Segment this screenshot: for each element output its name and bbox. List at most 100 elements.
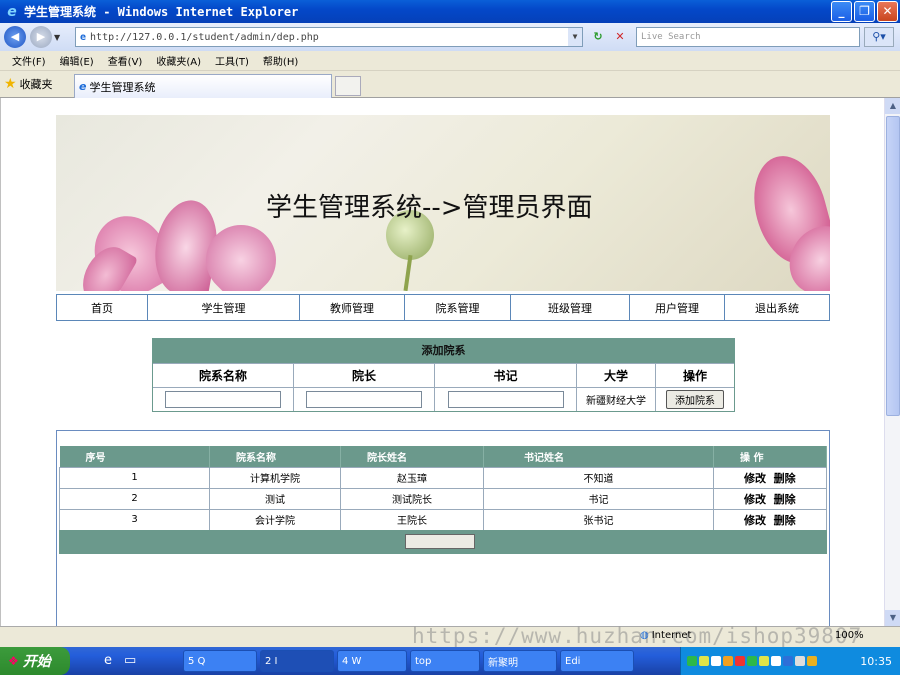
search-input[interactable]: Live Search xyxy=(636,27,860,47)
cell-dept-name: 会计学院 xyxy=(209,508,341,531)
university-value: 新疆财经大学 xyxy=(577,388,656,411)
start-label: 开始 xyxy=(22,654,51,670)
footer-button[interactable] xyxy=(405,534,475,549)
close-button[interactable]: ✕ xyxy=(877,1,898,22)
stop-icon[interactable]: ✕ xyxy=(611,28,629,46)
address-dropdown-icon[interactable]: ▼ xyxy=(568,28,582,46)
col-university: 大学 xyxy=(577,364,656,387)
refresh-icon[interactable]: ↻ xyxy=(589,28,607,46)
tab-current[interactable]: e 学生管理系统 xyxy=(74,74,332,98)
new-tab-button[interactable] xyxy=(335,76,361,96)
scroll-thumb[interactable] xyxy=(886,116,900,416)
table-footer xyxy=(59,530,827,554)
cell-dept-name: 测试 xyxy=(209,487,341,510)
edit-link[interactable]: 修改 xyxy=(744,514,766,527)
menu-view[interactable]: 查看(V) xyxy=(108,53,143,68)
secretary-input[interactable] xyxy=(447,391,564,408)
zoom-level[interactable]: 100% xyxy=(835,630,864,641)
table-row: 2 测试 测试院长 书记 修改 删除 xyxy=(59,487,827,510)
vertical-scrollbar[interactable]: ▲ ▼ xyxy=(884,98,900,626)
tray-icon[interactable] xyxy=(747,656,757,666)
table-row: 1 计算机学院 赵玉璋 不知道 修改 删除 xyxy=(59,466,827,489)
table-row: 3 会计学院 王院长 张书记 修改 删除 xyxy=(59,508,827,531)
cell-no: 3 xyxy=(59,508,210,531)
tray-icon[interactable] xyxy=(723,656,733,666)
delete-link[interactable]: 删除 xyxy=(774,493,796,506)
nav-users[interactable]: 用户管理 xyxy=(630,295,725,320)
cell-dean: 王院长 xyxy=(340,508,484,531)
desktop-quicklaunch-icon[interactable]: ▭ xyxy=(124,653,136,668)
scroll-down-icon[interactable]: ▼ xyxy=(885,610,900,626)
minimize-button[interactable]: _ xyxy=(831,1,852,22)
th-ops: 操 作 xyxy=(713,446,827,467)
cell-secretary: 书记 xyxy=(483,487,714,510)
favorites-button[interactable]: ★ 收藏夹 xyxy=(4,76,53,92)
page-title: 学生管理系统-->管理员界面 xyxy=(266,193,593,223)
dean-input[interactable] xyxy=(306,391,422,408)
cell-secretary: 不知道 xyxy=(483,466,714,489)
nav-logout[interactable]: 退出系统 xyxy=(725,295,829,320)
cell-dean: 测试院长 xyxy=(340,487,484,510)
cell-no: 1 xyxy=(59,466,210,489)
search-icon[interactable]: ⚲▾ xyxy=(864,27,894,47)
delete-link[interactable]: 删除 xyxy=(774,514,796,527)
taskbar-button-qq[interactable]: 5 Q xyxy=(183,650,257,672)
taskbar-button-doc[interactable]: 新聚明 xyxy=(483,650,557,672)
scroll-up-icon[interactable]: ▲ xyxy=(885,98,900,114)
page-icon: e xyxy=(80,31,87,43)
taskbar-button-ie[interactable]: 2 I xyxy=(260,650,334,672)
add-department-button[interactable]: 添加院系 xyxy=(666,390,724,409)
nav-teachers[interactable]: 教师管理 xyxy=(300,295,405,320)
maximize-button[interactable]: ❐ xyxy=(854,1,875,22)
col-dept-name: 院系名称 xyxy=(153,364,294,387)
th-no: 序号 xyxy=(59,446,210,467)
windows-flag-icon: ❖ xyxy=(8,654,19,668)
taskbar-button-explorer[interactable]: 4 W xyxy=(337,650,407,672)
status-bar: https://www.huzhan.com/ishop39807 ◍ Inte… xyxy=(0,624,900,648)
tray-icon[interactable] xyxy=(687,656,697,666)
dept-name-input[interactable] xyxy=(165,391,281,408)
window-title: 学生管理系统 - Windows Internet Explorer xyxy=(24,5,299,19)
nav-classes[interactable]: 班级管理 xyxy=(511,295,630,320)
tray-icon[interactable] xyxy=(699,656,709,666)
add-department-form: 添加院系 院系名称 院长 书记 大学 操作 新疆财经大学 添加院系 xyxy=(152,338,735,412)
tab-bar: ★ 收藏夹 e 学生管理系统 xyxy=(0,72,900,98)
taskbar-button-editor[interactable]: Edi xyxy=(560,650,634,672)
address-input[interactable]: e http://127.0.0.1/student/admin/dep.php… xyxy=(75,27,583,47)
tray-icon[interactable] xyxy=(759,656,769,666)
delete-link[interactable]: 删除 xyxy=(774,472,796,485)
menu-file[interactable]: 文件(F) xyxy=(12,53,46,68)
menu-bar: 文件(F) 编辑(E) 查看(V) 收藏夹(A) 工具(T) 帮助(H) xyxy=(0,51,900,71)
ie-quicklaunch-icon[interactable]: e xyxy=(104,653,112,668)
nav-students[interactable]: 学生管理 xyxy=(148,295,300,320)
nav-departments[interactable]: 院系管理 xyxy=(405,295,511,320)
tray-icon[interactable] xyxy=(795,656,805,666)
nav-home[interactable]: 首页 xyxy=(57,295,148,320)
history-dropdown-icon[interactable]: ▼ xyxy=(54,33,64,42)
watermark: https://www.huzhan.com/ishop39807 xyxy=(412,624,863,648)
tray-icon[interactable] xyxy=(771,656,781,666)
cell-dept-name: 计算机学院 xyxy=(209,466,341,489)
tray-icon[interactable] xyxy=(783,656,793,666)
lotus-stem xyxy=(403,254,413,291)
menu-help[interactable]: 帮助(H) xyxy=(263,53,298,68)
menu-tools[interactable]: 工具(T) xyxy=(215,53,249,68)
th-dean: 院长姓名 xyxy=(340,446,484,467)
menu-edit[interactable]: 编辑(E) xyxy=(60,53,94,68)
cell-dean: 赵玉璋 xyxy=(340,466,484,489)
cell-no: 2 xyxy=(59,487,210,510)
star-icon: ★ xyxy=(4,76,17,92)
start-button[interactable]: ❖ 开始 xyxy=(0,647,70,675)
back-button[interactable]: ◀ xyxy=(4,26,26,48)
tray-icon[interactable] xyxy=(807,656,817,666)
tray-icon[interactable] xyxy=(735,656,745,666)
menu-favorites[interactable]: 收藏夹(A) xyxy=(156,53,201,68)
forward-button[interactable]: ▶ xyxy=(30,26,52,48)
taskbar-button-top[interactable]: top xyxy=(410,650,480,672)
col-dean: 院长 xyxy=(294,364,435,387)
edit-link[interactable]: 修改 xyxy=(744,472,766,485)
edit-link[interactable]: 修改 xyxy=(744,493,766,506)
add-form-input-row: 新疆财经大学 添加院系 xyxy=(153,387,734,411)
favorites-label: 收藏夹 xyxy=(19,78,53,91)
tray-icon[interactable] xyxy=(711,656,721,666)
